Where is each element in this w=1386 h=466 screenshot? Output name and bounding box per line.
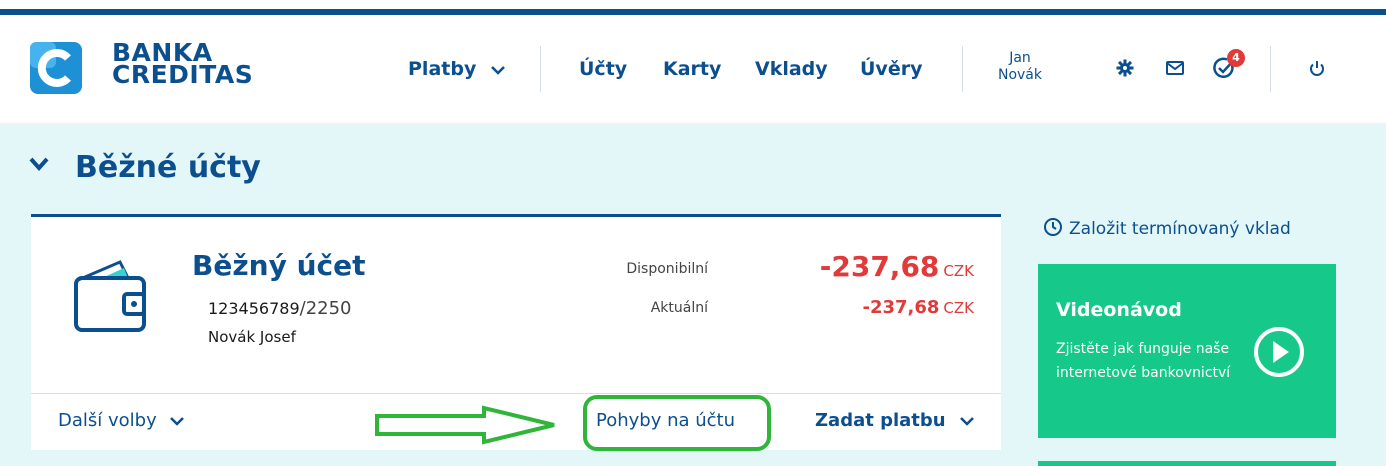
account-number: 123456789/2250 <box>208 298 352 319</box>
mail-icon[interactable] <box>1166 61 1184 75</box>
nav-accounts[interactable]: Účty <box>579 58 627 80</box>
arrow-annotation <box>375 405 555 445</box>
bank-logo[interactable]: BANKA CREDITAS <box>30 40 254 94</box>
account-movements-link[interactable]: Pohyby na účtu <box>596 410 735 431</box>
logo-mark-icon <box>30 42 82 94</box>
create-term-deposit-link[interactable]: Založit termínovaný vklad <box>1043 217 1291 239</box>
promo-card-edge <box>1038 461 1336 466</box>
account-owner: Novák Josef <box>208 328 296 346</box>
available-label: Disponibilní <box>626 261 708 277</box>
wallet-icon <box>74 260 146 332</box>
chevron-down-icon[interactable] <box>29 157 49 171</box>
video-guide-title: Videonávod <box>1056 299 1182 321</box>
more-options-button[interactable]: Další volby <box>58 410 185 431</box>
nav-separator <box>540 46 541 92</box>
nav-deposits[interactable]: Vklady <box>755 58 828 80</box>
available-amount: -237,68 CZK <box>819 250 974 283</box>
section-title: Běžné účty <box>75 150 261 185</box>
account-name[interactable]: Běžný účet <box>192 249 365 282</box>
chevron-down-icon <box>491 66 505 75</box>
chevron-down-icon <box>960 417 974 426</box>
power-icon[interactable] <box>1309 60 1325 77</box>
notification-badge: 4 <box>1227 49 1245 67</box>
nav-separator <box>1270 46 1271 92</box>
make-payment-button[interactable]: Zadat platbu <box>815 410 974 431</box>
current-amount: -237,68 CZK <box>862 297 974 318</box>
play-icon[interactable] <box>1253 326 1305 378</box>
user-name[interactable]: Jan Novák <box>990 50 1050 84</box>
divider <box>31 393 1001 394</box>
nav-loans[interactable]: Úvěry <box>860 58 922 80</box>
chevron-down-icon <box>170 417 185 426</box>
nav-cards[interactable]: Karty <box>663 58 721 80</box>
nav-separator <box>962 46 963 92</box>
gear-icon[interactable] <box>1116 59 1134 77</box>
video-guide-text: Zjistěte jak funguje naše internetové ba… <box>1056 341 1231 381</box>
current-label: Aktuální <box>650 300 708 316</box>
logo-line2: CREDITAS <box>112 60 254 89</box>
clock-icon <box>1044 218 1062 236</box>
nav-payments[interactable]: Platby <box>408 58 505 80</box>
